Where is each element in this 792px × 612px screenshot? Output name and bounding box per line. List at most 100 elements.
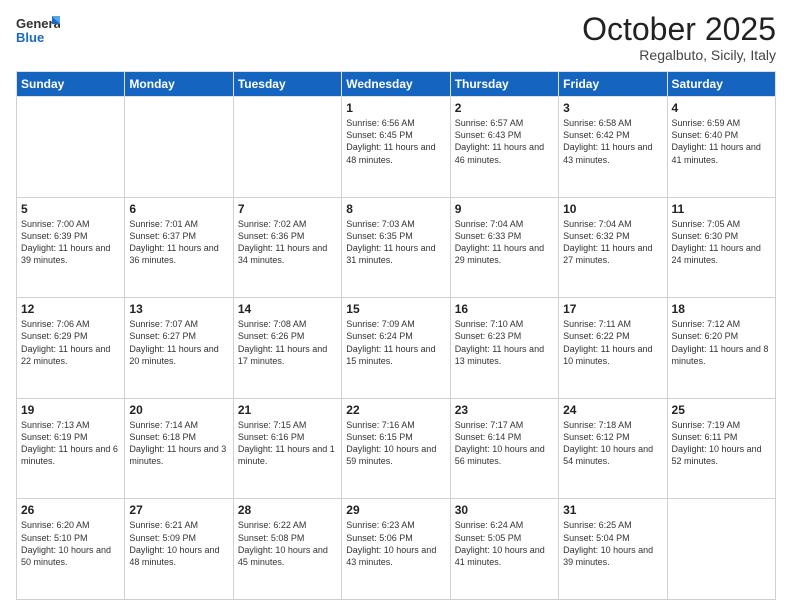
col-saturday: Saturday (667, 72, 775, 97)
calendar-cell: 25Sunrise: 7:19 AM Sunset: 6:11 PM Dayli… (667, 398, 775, 499)
header: General Blue October 2025 Regalbuto, Sic… (16, 12, 776, 63)
day-number: 30 (455, 503, 554, 517)
calendar-cell: 16Sunrise: 7:10 AM Sunset: 6:23 PM Dayli… (450, 298, 558, 399)
day-info: Sunrise: 7:13 AM Sunset: 6:19 PM Dayligh… (21, 419, 120, 468)
calendar-cell: 31 Sunrise: 6:25 AM Sunset: 5:04 PM Dayli… (559, 499, 667, 600)
calendar-cell: 12 Sunrise: 7:06 AM Sunset: 6:29 PM Dayli… (17, 298, 125, 399)
month-title: October 2025 (582, 12, 776, 47)
day-info: Sunrise: 7:03 AM Sunset: 6:35 PM Dayligh… (346, 218, 445, 267)
day-info: Sunrise: 6:56 AM Sunset: 6:45 PM Dayligh… (346, 117, 445, 166)
logo: General Blue (16, 12, 62, 56)
day-number: 16 (455, 302, 554, 316)
calendar-cell: 5 Sunrise: 7:00 AM Sunset: 6:39 PM Daylig… (17, 197, 125, 298)
calendar-cell: 13Sunrise: 7:07 AM Sunset: 6:27 PM Dayli… (125, 298, 233, 399)
calendar-cell: 22 Sunrise: 7:16 AM Sunset: 6:15 PM Dayli… (342, 398, 450, 499)
day-info: Sunrise: 7:02 AM Sunset: 6:36 PM Dayligh… (238, 218, 337, 267)
day-info: Sunrise: 7:07 AM Sunset: 6:27 PM Dayligh… (129, 318, 228, 367)
day-info: Sunrise: 7:04 AM Sunset: 6:33 PM Dayligh… (455, 218, 554, 267)
col-tuesday: Tuesday (233, 72, 341, 97)
day-number: 6 (129, 202, 228, 216)
calendar-cell: 15Sunrise: 7:09 AM Sunset: 6:24 PM Dayli… (342, 298, 450, 399)
day-number: 7 (238, 202, 337, 216)
day-info: Sunrise: 7:08 AM Sunset: 6:26 PM Dayligh… (238, 318, 337, 367)
day-number: 22 (346, 403, 445, 417)
day-number: 4 (672, 101, 771, 115)
calendar-cell: 7 Sunrise: 7:02 AM Sunset: 6:36 PM Daylig… (233, 197, 341, 298)
calendar-table: Sunday Monday Tuesday Wednesday Thursday… (16, 71, 776, 600)
day-info: Sunrise: 7:19 AM Sunset: 6:11 PM Dayligh… (672, 419, 771, 468)
calendar-cell: 8Sunrise: 7:03 AM Sunset: 6:35 PM Daylig… (342, 197, 450, 298)
calendar-cell: 30Sunrise: 6:24 AM Sunset: 5:05 PM Dayli… (450, 499, 558, 600)
day-info: Sunrise: 6:59 AM Sunset: 6:40 PM Dayligh… (672, 117, 771, 166)
day-info: Sunrise: 7:11 AM Sunset: 6:22 PM Dayligh… (563, 318, 662, 367)
day-info: Sunrise: 6:58 AM Sunset: 6:42 PM Dayligh… (563, 117, 662, 166)
day-info: Sunrise: 6:25 AM Sunset: 5:04 PM Dayligh… (563, 519, 662, 568)
day-info: Sunrise: 7:04 AM Sunset: 6:32 PM Dayligh… (563, 218, 662, 267)
day-info: Sunrise: 6:21 AM Sunset: 5:09 PM Dayligh… (129, 519, 228, 568)
week-row-4: 26 Sunrise: 6:20 AM Sunset: 5:10 PM Dayli… (17, 499, 776, 600)
calendar-cell: 10 Sunrise: 7:04 AM Sunset: 6:32 PM Dayli… (559, 197, 667, 298)
day-number: 3 (563, 101, 662, 115)
day-number: 26 (21, 503, 120, 517)
day-info: Sunrise: 7:15 AM Sunset: 6:16 PM Dayligh… (238, 419, 337, 468)
calendar-cell: 28 Sunrise: 6:22 AM Sunset: 5:08 PM Dayli… (233, 499, 341, 600)
location-subtitle: Regalbuto, Sicily, Italy (582, 47, 776, 63)
day-number: 14 (238, 302, 337, 316)
calendar-cell: 24 Sunrise: 7:18 AM Sunset: 6:12 PM Dayli… (559, 398, 667, 499)
day-number: 15 (346, 302, 445, 316)
day-number: 21 (238, 403, 337, 417)
day-number: 11 (672, 202, 771, 216)
week-row-0: 1 Sunrise: 6:56 AM Sunset: 6:45 PM Daylig… (17, 97, 776, 198)
day-info: Sunrise: 6:20 AM Sunset: 5:10 PM Dayligh… (21, 519, 120, 568)
calendar-cell: 26 Sunrise: 6:20 AM Sunset: 5:10 PM Dayli… (17, 499, 125, 600)
week-row-2: 12 Sunrise: 7:06 AM Sunset: 6:29 PM Dayli… (17, 298, 776, 399)
calendar-cell: 21 Sunrise: 7:15 AM Sunset: 6:16 PM Dayli… (233, 398, 341, 499)
calendar-cell: 9 Sunrise: 7:04 AM Sunset: 6:33 PM Daylig… (450, 197, 558, 298)
col-wednesday: Wednesday (342, 72, 450, 97)
calendar-cell: 14 Sunrise: 7:08 AM Sunset: 6:26 PM Dayli… (233, 298, 341, 399)
day-info: Sunrise: 7:06 AM Sunset: 6:29 PM Dayligh… (21, 318, 120, 367)
day-number: 23 (455, 403, 554, 417)
day-number: 28 (238, 503, 337, 517)
day-info: Sunrise: 6:22 AM Sunset: 5:08 PM Dayligh… (238, 519, 337, 568)
day-number: 29 (346, 503, 445, 517)
day-number: 12 (21, 302, 120, 316)
day-info: Sunrise: 7:00 AM Sunset: 6:39 PM Dayligh… (21, 218, 120, 267)
calendar-cell: 23Sunrise: 7:17 AM Sunset: 6:14 PM Dayli… (450, 398, 558, 499)
day-info: Sunrise: 6:57 AM Sunset: 6:43 PM Dayligh… (455, 117, 554, 166)
day-number: 9 (455, 202, 554, 216)
calendar-cell: 11 Sunrise: 7:05 AM Sunset: 6:30 PM Dayli… (667, 197, 775, 298)
day-info: Sunrise: 7:05 AM Sunset: 6:30 PM Dayligh… (672, 218, 771, 267)
day-info: Sunrise: 7:16 AM Sunset: 6:15 PM Dayligh… (346, 419, 445, 468)
svg-text:Blue: Blue (16, 30, 44, 45)
col-sunday: Sunday (17, 72, 125, 97)
calendar-cell: 4 Sunrise: 6:59 AM Sunset: 6:40 PM Daylig… (667, 97, 775, 198)
calendar-cell (125, 97, 233, 198)
day-info: Sunrise: 7:01 AM Sunset: 6:37 PM Dayligh… (129, 218, 228, 267)
day-number: 20 (129, 403, 228, 417)
day-info: Sunrise: 6:23 AM Sunset: 5:06 PM Dayligh… (346, 519, 445, 568)
col-thursday: Thursday (450, 72, 558, 97)
calendar-cell: 19 Sunrise: 7:13 AM Sunset: 6:19 PM Dayli… (17, 398, 125, 499)
day-number: 31 (563, 503, 662, 517)
title-block: October 2025 Regalbuto, Sicily, Italy (582, 12, 776, 63)
calendar-cell: 18 Sunrise: 7:12 AM Sunset: 6:20 PM Dayli… (667, 298, 775, 399)
day-number: 5 (21, 202, 120, 216)
calendar-cell: 1 Sunrise: 6:56 AM Sunset: 6:45 PM Daylig… (342, 97, 450, 198)
day-number: 27 (129, 503, 228, 517)
day-info: Sunrise: 7:12 AM Sunset: 6:20 PM Dayligh… (672, 318, 771, 367)
page: General Blue October 2025 Regalbuto, Sic… (0, 0, 792, 612)
general-blue-logo-icon: General Blue (16, 12, 60, 56)
col-monday: Monday (125, 72, 233, 97)
day-number: 24 (563, 403, 662, 417)
day-number: 19 (21, 403, 120, 417)
calendar-cell: 20Sunrise: 7:14 AM Sunset: 6:18 PM Dayli… (125, 398, 233, 499)
calendar-cell (17, 97, 125, 198)
day-number: 10 (563, 202, 662, 216)
calendar-cell: 29 Sunrise: 6:23 AM Sunset: 5:06 PM Dayli… (342, 499, 450, 600)
day-number: 1 (346, 101, 445, 115)
col-friday: Friday (559, 72, 667, 97)
calendar-cell: 2Sunrise: 6:57 AM Sunset: 6:43 PM Daylig… (450, 97, 558, 198)
day-number: 18 (672, 302, 771, 316)
day-info: Sunrise: 7:18 AM Sunset: 6:12 PM Dayligh… (563, 419, 662, 468)
